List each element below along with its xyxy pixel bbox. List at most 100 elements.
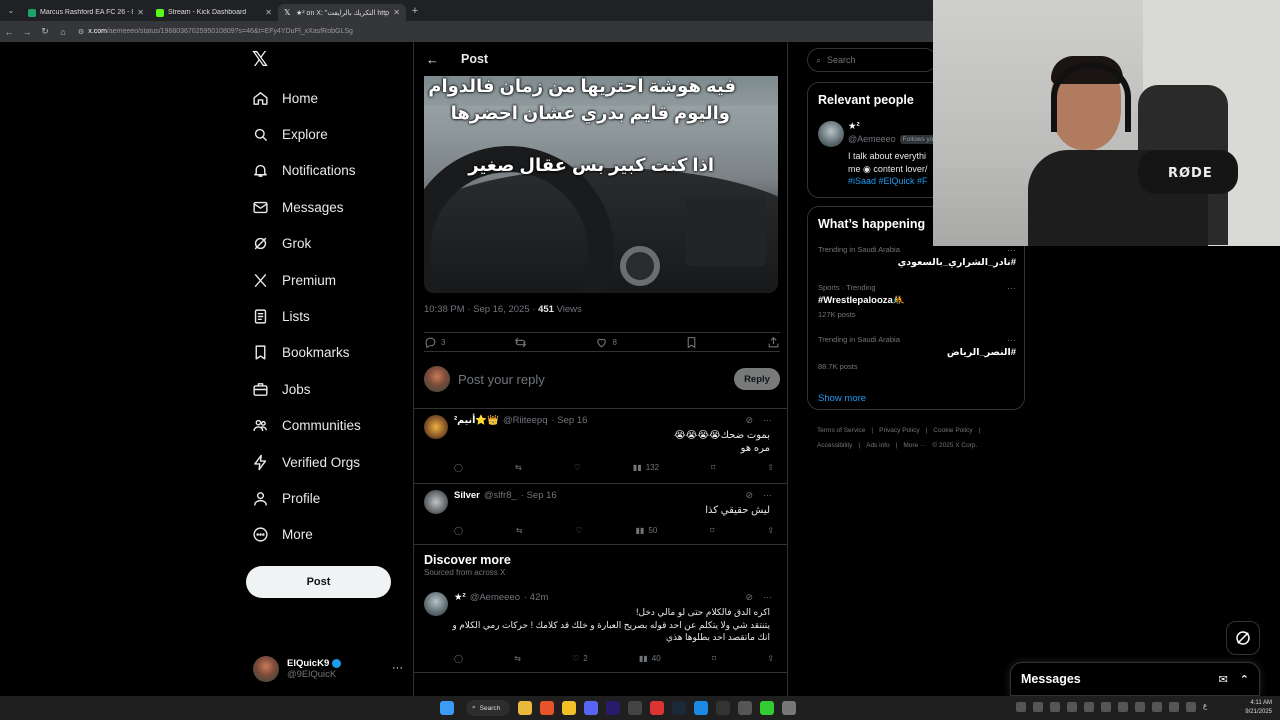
messages-drawer[interactable]: Messages ✉ ⌃: [1010, 662, 1260, 696]
more-dots-icon[interactable]: ···: [1007, 283, 1016, 293]
nav-item-explore[interactable]: Explore: [252, 122, 328, 146]
footer-link[interactable]: More ···: [903, 442, 926, 449]
nav-item-home[interactable]: Home: [252, 86, 318, 110]
premiere-icon[interactable]: [606, 701, 620, 715]
reply-button[interactable]: Reply: [734, 368, 780, 390]
heart-icon[interactable]: ♡: [574, 463, 581, 472]
trend-item[interactable]: Trending in Saudi Arabia #النصر_الرياض 8…: [818, 335, 1016, 371]
input-language[interactable]: ع: [1203, 702, 1207, 712]
post-button[interactable]: Post: [246, 566, 391, 598]
nav-item-notifications[interactable]: Notifications: [252, 159, 356, 183]
account-switcher[interactable]: ElQuicK9 @9ElQuicK ···: [253, 654, 403, 684]
reply-author-handle[interactable]: @Riiteepq: [503, 415, 548, 426]
footer-link[interactable]: Privacy Policy: [879, 427, 919, 434]
footer-link[interactable]: Cookie Policy: [933, 427, 972, 434]
tray-icon[interactable]: [1033, 702, 1043, 712]
share-icon[interactable]: ⇪: [767, 463, 774, 472]
search-input[interactable]: Search: [827, 55, 856, 65]
nav-item-verified-orgs[interactable]: Verified Orgs: [252, 450, 360, 474]
grok-icon[interactable]: ⊘: [745, 490, 753, 501]
views-action[interactable]: ▮▮ 132: [633, 463, 659, 472]
tray-icon[interactable]: [1016, 702, 1026, 712]
tray-icon[interactable]: [1118, 702, 1128, 712]
reply-author-name[interactable]: ²أنيم⭐️👑: [454, 415, 499, 426]
repost-icon[interactable]: ⇆: [515, 463, 522, 472]
discover-post[interactable]: ★² @Aemeeeo · 42m ⊘ ··· اكره الدق فالكلام…: [424, 592, 780, 668]
reload-icon[interactable]: ↻: [36, 26, 54, 37]
reply-action[interactable]: 3: [424, 336, 445, 349]
tray-icon[interactable]: [1101, 702, 1111, 712]
nav-item-more[interactable]: More: [252, 523, 313, 547]
browser-tab-0[interactable]: Marcus Rashford EA FC 26 - 8x ✕: [22, 4, 150, 21]
grok-icon[interactable]: ⊘: [745, 592, 753, 603]
tray-icon[interactable]: [1067, 702, 1077, 712]
trend-item[interactable]: Trending in Saudi Arabia #نادر_الشراري_ب…: [818, 245, 1016, 268]
reply-item[interactable]: Silver @slfr8_ · Sep 16 ⊘ ··· ليش حقيقي ك…: [424, 490, 780, 544]
tray-icon[interactable]: [1084, 702, 1094, 712]
reply-date[interactable]: · Sep 16: [521, 490, 557, 501]
url-field[interactable]: ⚙ x.com/aemeeeo/status/19680367025950108…: [78, 28, 353, 36]
discord-icon[interactable]: [584, 701, 598, 715]
tab-search-icon[interactable]: ⌄: [0, 0, 22, 21]
person-name[interactable]: ★²: [848, 121, 860, 132]
reply-icon[interactable]: ◯: [454, 463, 463, 472]
nav-item-grok[interactable]: Grok: [252, 232, 311, 256]
app-icon[interactable]: [716, 701, 730, 715]
windows-start-icon[interactable]: [440, 701, 454, 715]
post-video[interactable]: فيه هوشة احتريها من زمان فالدوام واليوم …: [424, 76, 778, 293]
tray-icon[interactable]: [1186, 702, 1196, 712]
bookmark-icon[interactable]: ⌑: [710, 526, 714, 535]
nav-item-lists[interactable]: Lists: [252, 304, 310, 328]
browser-tab-2[interactable]: 𝕏 ★² on X: "التكريك بالرايفت https: ✕: [278, 4, 406, 21]
tray-icon[interactable]: [1050, 702, 1060, 712]
app-icon[interactable]: [760, 701, 774, 715]
footer-link[interactable]: Terms of Service: [817, 427, 865, 434]
nav-item-bookmarks[interactable]: Bookmarks: [252, 341, 350, 365]
repost-action[interactable]: [514, 336, 527, 349]
bio-tags[interactable]: #iSaad #ElQuick #F: [848, 175, 928, 188]
steam-icon[interactable]: [672, 701, 686, 715]
views-action[interactable]: ▮▮ 50: [636, 526, 658, 535]
repost-icon[interactable]: ⇆: [514, 654, 521, 663]
expand-icon[interactable]: ⌃: [1240, 673, 1249, 686]
reply-item[interactable]: ²أنيم⭐️👑 @Riiteepq · Sep 16 ⊘ ··· بموت ضح…: [424, 415, 780, 481]
share-icon[interactable]: ⇪: [767, 526, 774, 535]
close-icon[interactable]: ✕: [393, 8, 400, 17]
nav-item-jobs[interactable]: Jobs: [252, 377, 311, 401]
footer-link[interactable]: Ads info: [866, 442, 890, 449]
new-tab-button[interactable]: +: [406, 5, 424, 17]
nav-item-communities[interactable]: Communities: [252, 414, 361, 438]
reply-date[interactable]: · Sep 16: [552, 415, 588, 426]
nav-item-premium[interactable]: Premium: [252, 268, 336, 292]
views-action[interactable]: ▮▮ 40: [639, 654, 661, 663]
x-logo-icon[interactable]: 𝕏: [252, 50, 272, 70]
more-dots-icon[interactable]: ···: [392, 662, 403, 674]
bookmark-action[interactable]: [685, 336, 698, 349]
tray-icon[interactable]: [1169, 702, 1179, 712]
new-message-icon[interactable]: ✉: [1219, 673, 1228, 686]
tray-icon[interactable]: [1135, 702, 1145, 712]
nav-item-messages[interactable]: Messages: [252, 195, 344, 219]
brave-icon[interactable]: [540, 701, 554, 715]
more-dots-icon[interactable]: ···: [763, 490, 772, 501]
close-icon[interactable]: ✕: [137, 8, 144, 17]
taskbar-clock[interactable]: 4:11 AM 9/21/2025: [1245, 699, 1272, 717]
browser-tab-1[interactable]: Stream - Kick Dashboard ✕: [150, 4, 278, 21]
post-timestamp[interactable]: 10:38 PM · Sep 16, 2025 ·: [424, 304, 538, 315]
reply-icon[interactable]: ◯: [454, 654, 463, 663]
bookmark-icon[interactable]: ⌑: [711, 463, 715, 472]
back-icon[interactable]: ←: [0, 27, 18, 37]
reply-input[interactable]: Post your reply: [458, 372, 726, 387]
file-explorer-icon[interactable]: [518, 701, 532, 715]
vscode-icon[interactable]: [694, 701, 708, 715]
more-dots-icon[interactable]: ···: [1007, 245, 1016, 255]
more-dots-icon[interactable]: ···: [763, 592, 772, 603]
like-action[interactable]: 8: [595, 336, 617, 349]
taskbar-search[interactable]: ⌕ Search: [466, 700, 510, 716]
app-icon[interactable]: [628, 701, 642, 715]
reply-icon[interactable]: ◯: [454, 526, 463, 535]
heart-icon[interactable]: ♡: [576, 526, 583, 535]
more-dots-icon[interactable]: ···: [1007, 335, 1016, 345]
more-dots-icon[interactable]: ···: [763, 415, 772, 426]
share-action[interactable]: [767, 336, 780, 349]
